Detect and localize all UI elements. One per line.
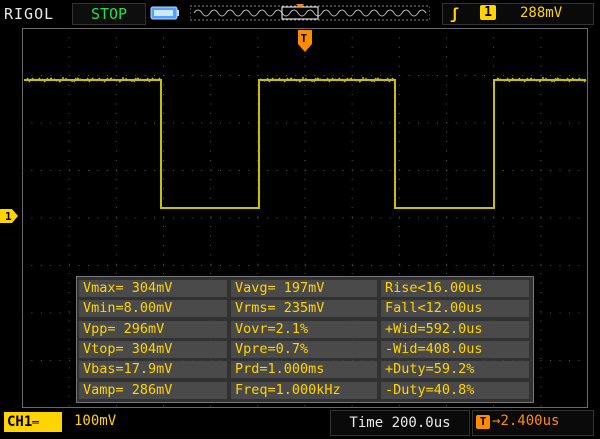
trace-noise bbox=[79, 78, 83, 81]
trace-noise bbox=[55, 79, 59, 82]
measurement-value: Vavg= 197mV bbox=[231, 280, 377, 297]
measurement-panel: Vmax= 304mV Vavg= 197mV Rise<16.00us Vmin=8… bbox=[76, 276, 534, 403]
trace-noise bbox=[292, 78, 296, 81]
measurement-value: Vmax= 304mV bbox=[79, 280, 227, 297]
trace-noise bbox=[382, 79, 386, 82]
trace-noise bbox=[352, 78, 356, 81]
trace-noise bbox=[559, 78, 563, 81]
trace-noise bbox=[319, 78, 323, 81]
trace-noise bbox=[496, 77, 500, 80]
measurement-value: Fall<12.00us bbox=[381, 300, 529, 318]
coupling-icon: ═ bbox=[32, 416, 39, 429]
svg-text:T: T bbox=[301, 32, 308, 45]
measurement-row: Vamp= 286mV Freq=1.000kHz -Duty=40.8% bbox=[77, 381, 533, 400]
trace-noise bbox=[358, 80, 362, 83]
channel-scale: 100mV bbox=[74, 413, 117, 429]
trigger-position-icon[interactable]: T bbox=[296, 28, 314, 56]
trace-noise bbox=[58, 80, 62, 83]
trace-noise bbox=[115, 79, 119, 82]
measurement-row: Vbas=17.9mV Prd=1.000ms +Duty=59.2% bbox=[77, 360, 533, 379]
trace-noise bbox=[538, 80, 542, 83]
trace-noise bbox=[535, 79, 539, 82]
measurement-value: Vtop= 304mV bbox=[79, 340, 227, 358]
trigger-offset-icon: T bbox=[476, 415, 490, 429]
measurement-value: Vmin=8.00mV bbox=[79, 300, 227, 318]
brand-logo: RIGOL bbox=[4, 5, 55, 23]
trace-noise bbox=[259, 78, 263, 81]
measurement-value: Prd=1.000ms bbox=[231, 361, 377, 379]
trace-noise bbox=[532, 78, 536, 81]
trace-noise bbox=[76, 77, 80, 80]
trace-noise bbox=[502, 79, 506, 82]
measurement-row: Vtop= 304mV Vpre=0.7% -Wid=408.0us bbox=[77, 340, 533, 359]
trace-noise bbox=[262, 79, 266, 82]
memory-depth-icon bbox=[150, 6, 179, 20]
trigger-status-box[interactable] bbox=[442, 3, 594, 25]
trace-noise bbox=[49, 77, 53, 80]
measurement-row: Vpp= 296mV Vovr=2.1% +Wid=592.0us bbox=[77, 320, 533, 339]
trace-noise bbox=[556, 77, 560, 80]
horizontal-position-bar[interactable] bbox=[190, 4, 430, 22]
timebase-label[interactable]: Time 200.0us bbox=[330, 410, 470, 436]
measurement-value: +Wid=592.0us bbox=[381, 320, 529, 338]
trace-noise bbox=[118, 80, 122, 83]
rising-edge-icon: ʃ bbox=[450, 5, 460, 23]
run-stop-status[interactable]: STOP bbox=[72, 3, 146, 25]
measurement-value: Freq=1.000kHz bbox=[231, 381, 377, 399]
trace-noise bbox=[112, 78, 116, 81]
measurement-row: Vmax= 304mV Vavg= 197mV Rise<16.00us bbox=[77, 279, 533, 298]
trace-noise bbox=[316, 77, 320, 80]
trace-noise bbox=[298, 80, 302, 83]
svg-text:1: 1 bbox=[5, 210, 12, 223]
measurement-value: Vpre=0.7% bbox=[231, 340, 377, 358]
measurement-value: -Duty=40.8% bbox=[381, 381, 529, 399]
trace-noise bbox=[139, 78, 143, 81]
trace-noise bbox=[109, 77, 113, 80]
channel-label: CH1 bbox=[7, 414, 33, 430]
trace-noise bbox=[349, 77, 353, 80]
measurement-value: Vbas=17.9mV bbox=[79, 361, 227, 379]
trace-noise bbox=[376, 77, 380, 80]
channel-1-button[interactable]: CH1═ bbox=[4, 412, 62, 432]
trace-noise bbox=[289, 77, 293, 80]
measurement-value: Vrms= 235mV bbox=[231, 300, 377, 318]
trace-noise bbox=[136, 77, 140, 80]
trace-noise bbox=[499, 78, 503, 81]
measurement-value: Vamp= 286mV bbox=[79, 381, 227, 399]
trace-noise bbox=[52, 78, 56, 81]
measurement-value: +Duty=59.2% bbox=[381, 361, 529, 379]
trace-noise bbox=[379, 78, 383, 81]
trace-noise bbox=[562, 79, 566, 82]
trace-noise bbox=[529, 77, 533, 80]
measurement-value: -Wid=408.0us bbox=[381, 340, 529, 358]
measurement-value: Rise<16.00us bbox=[381, 280, 529, 297]
trace-noise bbox=[82, 79, 86, 82]
measurement-value: Vpp= 296mV bbox=[79, 320, 227, 338]
trace-noise bbox=[322, 79, 326, 82]
trace-noise bbox=[355, 79, 359, 82]
measurement-row: Vmin=8.00mV Vrms= 235mV Fall<12.00us bbox=[77, 299, 533, 318]
measurement-value: Vovr=2.1% bbox=[231, 320, 377, 338]
trigger-source-badge: 1 bbox=[480, 5, 496, 20]
trace-noise bbox=[142, 79, 146, 82]
channel-1-marker[interactable]: 1 bbox=[0, 209, 18, 223]
trigger-level-value: 288mV bbox=[520, 5, 563, 21]
trace-noise bbox=[295, 79, 299, 82]
trigger-offset-value: →2.400us bbox=[492, 413, 560, 429]
